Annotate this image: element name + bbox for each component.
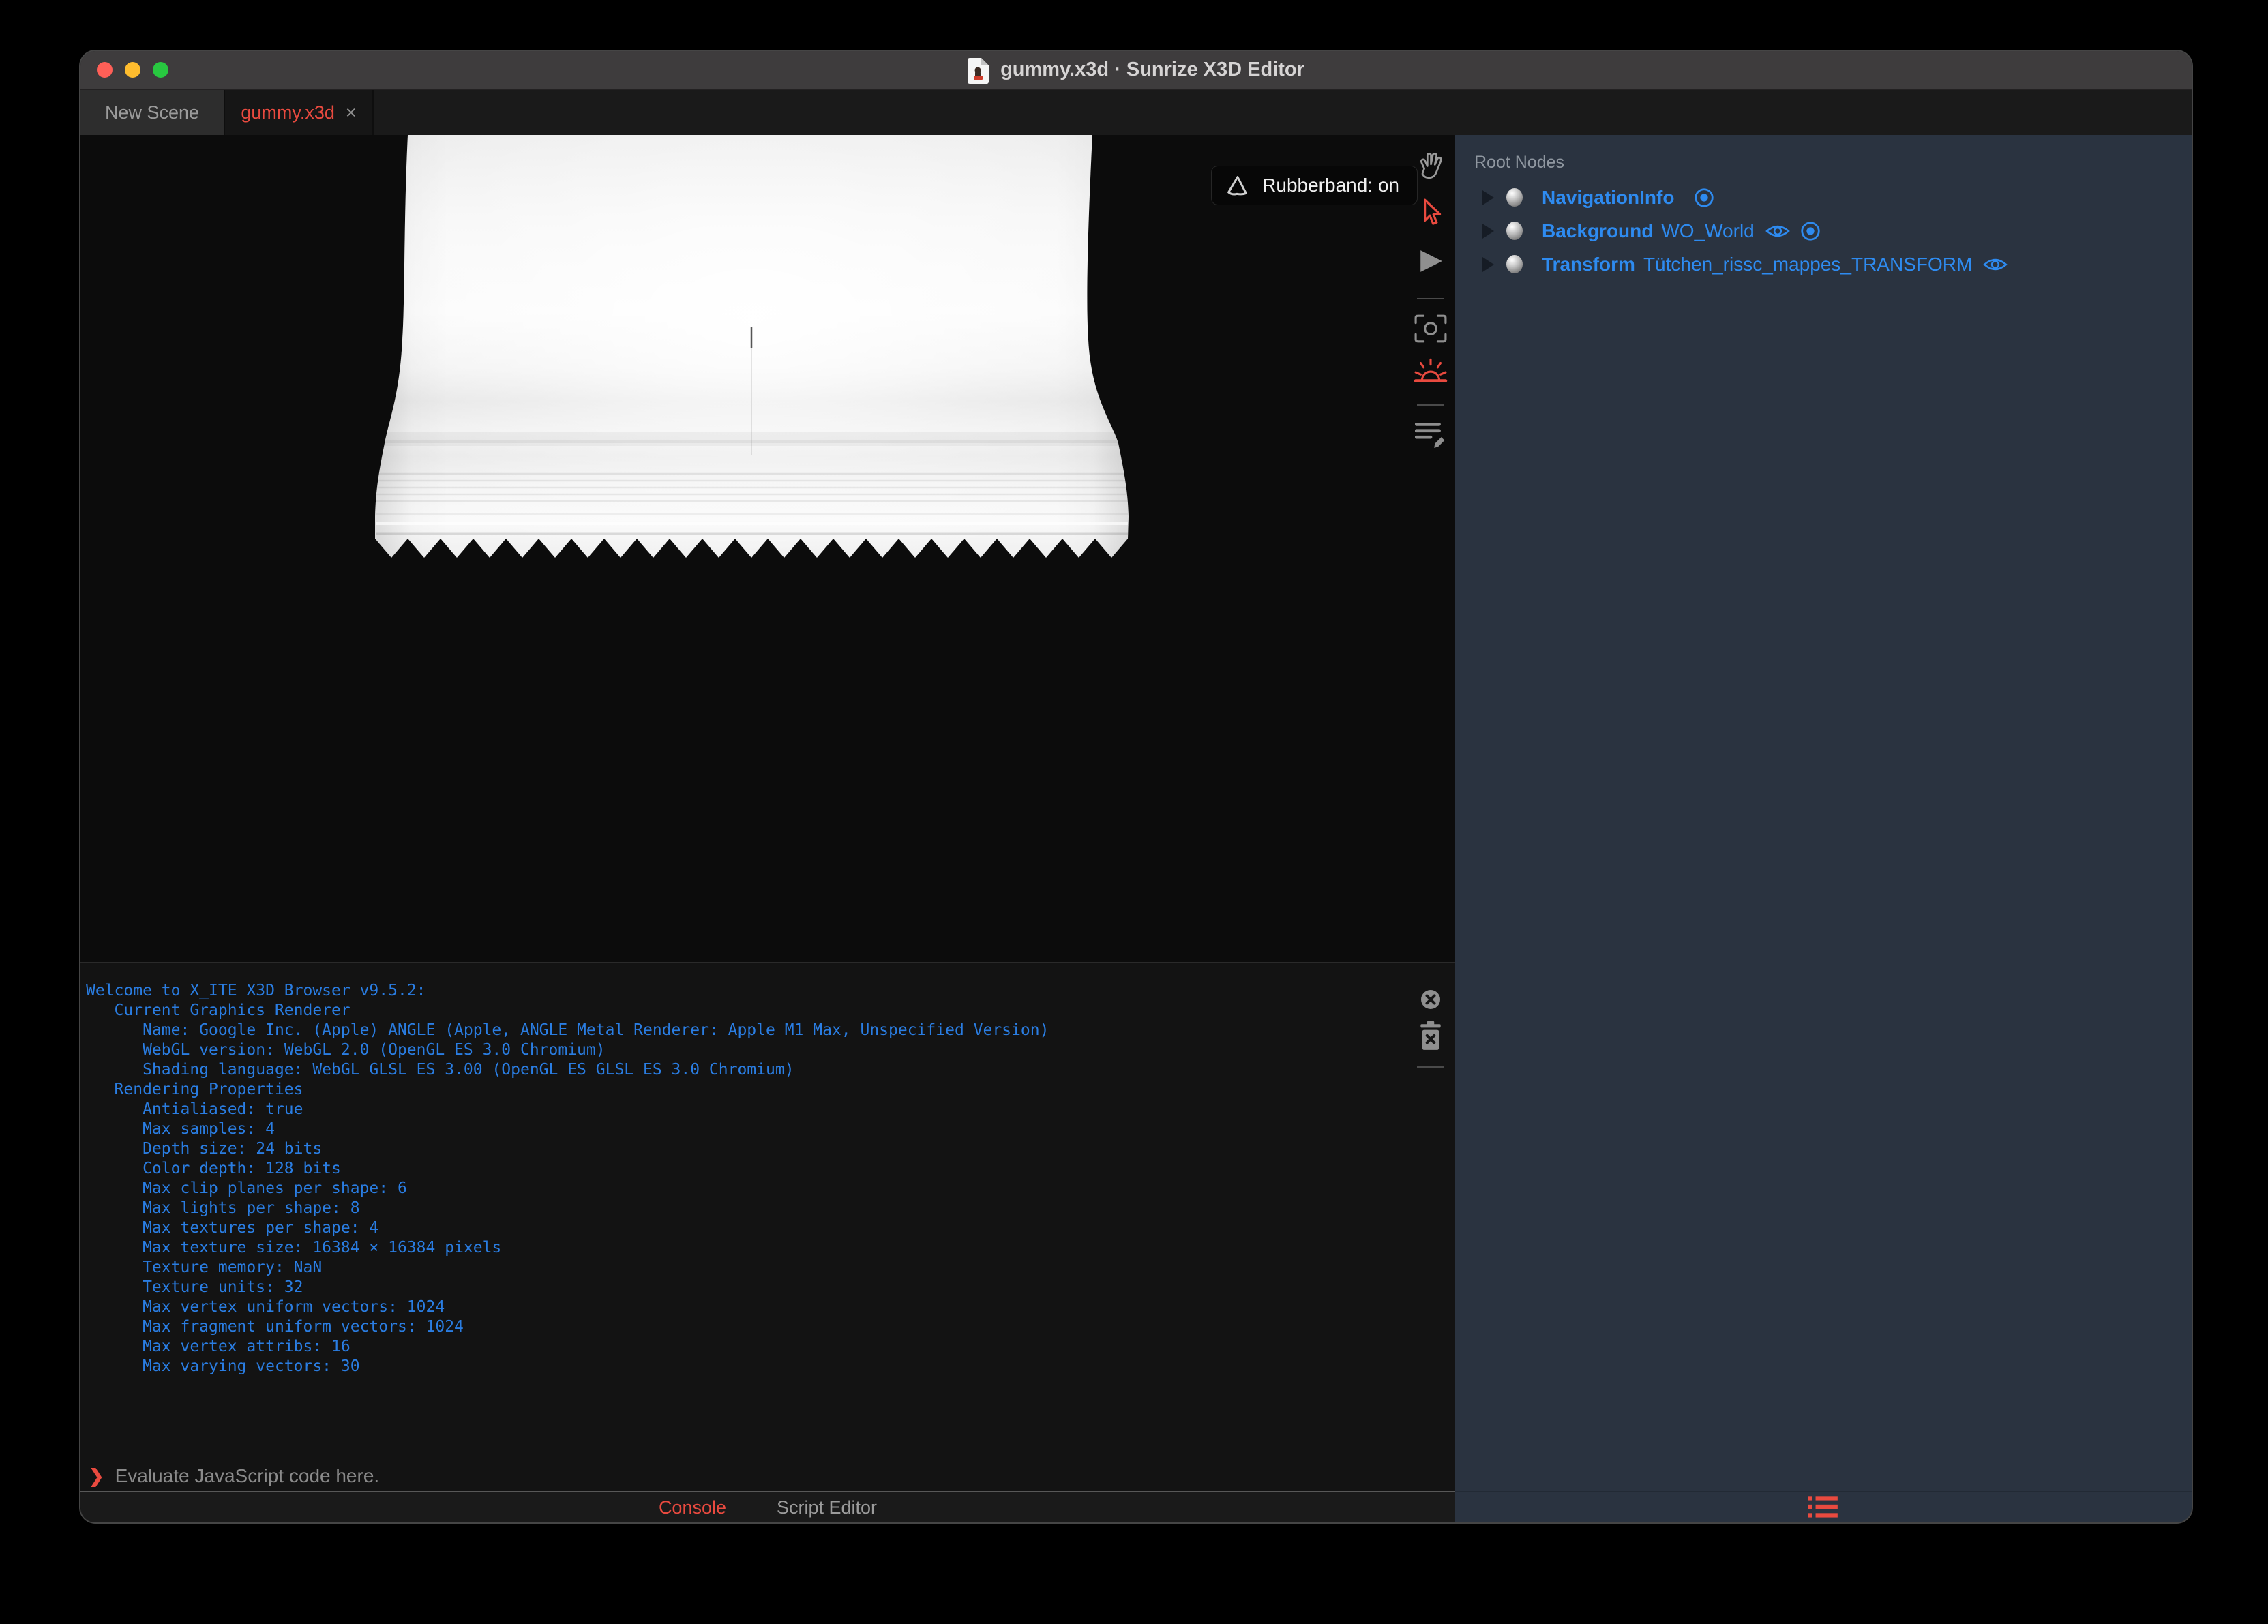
content-area: Rubberband: on Welcome to X_ITE X3D Brow… [80, 135, 2192, 1522]
node-name[interactable]: WO_World [1661, 220, 1754, 242]
prompt-placeholder: Evaluate JavaScript code here. [115, 1465, 380, 1486]
bind-icon[interactable] [1693, 187, 1715, 209]
3d-viewport[interactable]: Rubberband: on [80, 135, 1455, 962]
tab-gummy-x3d[interactable]: gummy.x3d × [225, 90, 374, 135]
console-log: Welcome to X_ITE X3D Browser v9.5.2: Cur… [86, 982, 1049, 1375]
left-pane: Rubberband: on Welcome to X_ITE X3D Brow… [80, 135, 1455, 1522]
tab-new-scene[interactable]: New Scene [80, 90, 225, 135]
console-trash-icon[interactable] [1418, 1021, 1444, 1051]
node-type[interactable]: Background [1542, 220, 1653, 242]
console-panel: Welcome to X_ITE X3D Browser v9.5.2: Cur… [80, 962, 1455, 1461]
expand-arrow-icon[interactable] [1482, 223, 1494, 239]
bind-icon[interactable] [1800, 220, 1821, 242]
tab-label: gummy.x3d [241, 102, 335, 123]
toolbar-divider [1417, 404, 1444, 406]
window-title-wrap: gummy.x3d · Sunrize X3D Editor [968, 56, 1304, 85]
app-window: gummy.x3d · Sunrize X3D Editor New Scene… [80, 51, 2192, 1522]
zoom-window-button[interactable] [153, 62, 168, 78]
sidebar-footer [1455, 1491, 2192, 1522]
rubberband-label: Rubberband: on [1262, 175, 1399, 196]
root-nodes-header: Root Nodes [1474, 153, 1565, 172]
traffic-lights [97, 51, 168, 89]
eye-icon[interactable] [1765, 222, 1790, 240]
expand-arrow-icon[interactable] [1482, 190, 1494, 205]
eye-icon[interactable] [1983, 256, 2008, 273]
node-sphere-icon [1506, 188, 1523, 207]
tree-row-background[interactable]: Background WO_World [1455, 214, 2192, 247]
viewport-toolbar [1406, 135, 1455, 1461]
tab-script-editor[interactable]: Script Editor [777, 1497, 877, 1518]
play-icon[interactable] [1418, 249, 1444, 273]
window-title: gummy.x3d · Sunrize X3D Editor [1000, 59, 1304, 80]
close-window-button[interactable] [97, 62, 113, 78]
node-sphere-icon [1506, 222, 1523, 240]
sunrise-light-icon[interactable] [1414, 357, 1448, 385]
document-icon [968, 57, 989, 84]
titlebar: gummy.x3d · Sunrize X3D Editor [80, 51, 2192, 90]
toolbar-divider [1417, 1066, 1444, 1068]
node-type[interactable]: NavigationInfo [1542, 187, 1674, 209]
outline-sidebar: Root Nodes NavigationInfo Background WO_… [1455, 135, 2192, 1522]
bottom-tab-bar: Console Script Editor [80, 1492, 1455, 1522]
pan-hand-icon[interactable] [1415, 149, 1446, 182]
node-sphere-icon [1506, 255, 1523, 273]
node-type[interactable]: Transform [1542, 254, 1635, 275]
rubberband-toggle[interactable]: Rubberband: on [1211, 166, 1418, 205]
tab-console[interactable]: Console [659, 1497, 726, 1518]
expand-arrow-icon[interactable] [1482, 256, 1494, 272]
node-name[interactable]: Tütchen_rissc_mappes_TRANSFORM [1643, 254, 1972, 275]
script-edit-icon[interactable] [1415, 420, 1446, 449]
select-arrow-icon[interactable] [1416, 197, 1445, 228]
center-view-icon[interactable] [1414, 314, 1447, 343]
outline-list-icon[interactable] [1806, 1494, 1840, 1520]
scene-tree: NavigationInfo Background WO_World Trans… [1455, 181, 2192, 1491]
prompt-chevron-icon: ❯ [89, 1465, 104, 1486]
tab-label: New Scene [104, 102, 200, 123]
rubberband-triangle-icon [1227, 176, 1247, 196]
console-close-icon[interactable] [1416, 984, 1446, 1014]
tree-row-navigationinfo[interactable]: NavigationInfo [1455, 181, 2192, 214]
tab-bar: New Scene gummy.x3d × [80, 90, 2192, 135]
console-prompt-input[interactable]: ❯ Evaluate JavaScript code here. [80, 1461, 1455, 1492]
minimize-window-button[interactable] [125, 62, 140, 78]
toolbar-divider [1417, 298, 1444, 299]
tab-close-icon[interactable]: × [346, 102, 357, 123]
tree-row-transform[interactable]: Transform Tütchen_rissc_mappes_TRANSFORM [1455, 247, 2192, 281]
